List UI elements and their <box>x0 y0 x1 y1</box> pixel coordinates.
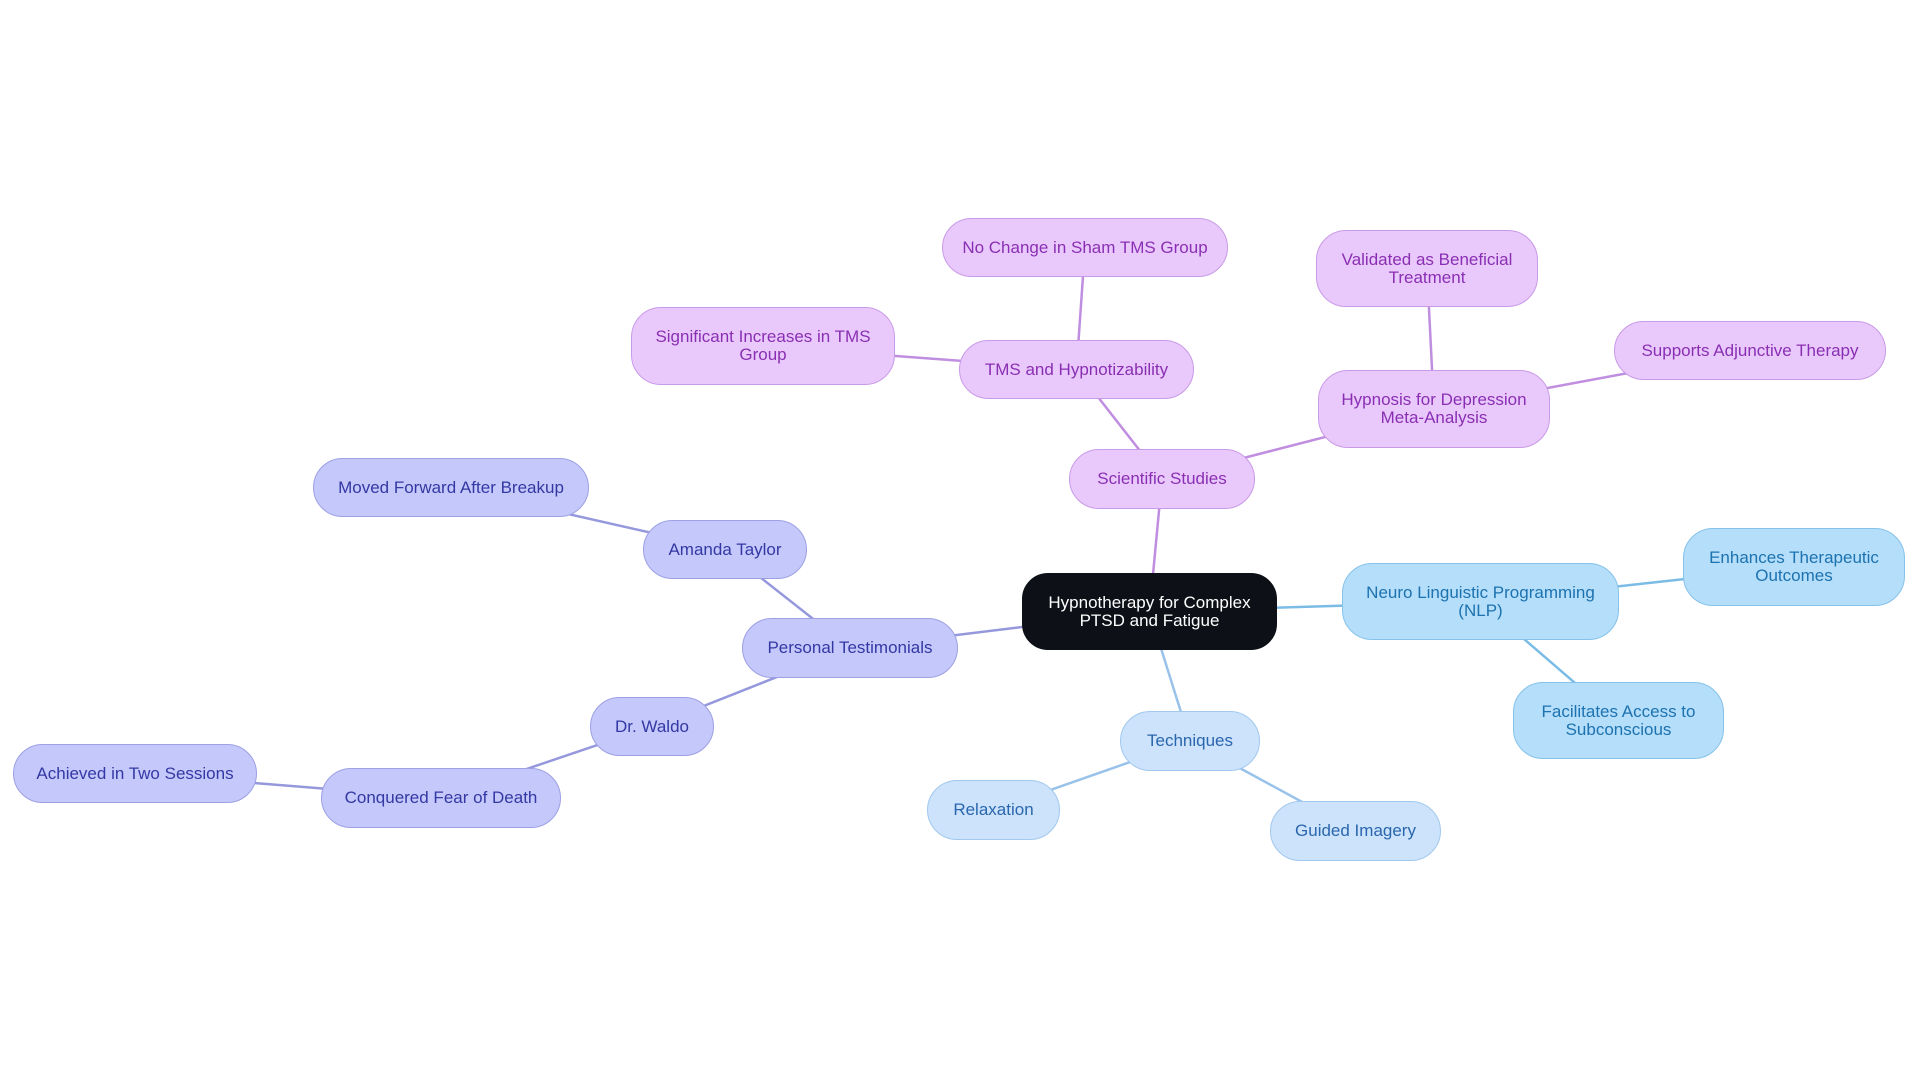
node-personal-testimonials[interactable]: Personal Testimonials <box>742 618 958 678</box>
node-amanda-taylor[interactable]: Amanda Taylor <box>643 520 807 579</box>
node-techniques[interactable]: Techniques <box>1120 711 1260 771</box>
node-label: Hypnotherapy for Complex PTSD and Fatigu… <box>1048 592 1251 630</box>
node-label: Significant Increases in TMS Group <box>655 327 871 364</box>
node-facilitates-access[interactable]: Facilitates Access to Subconscious <box>1513 682 1724 759</box>
node-moved-forward[interactable]: Moved Forward After Breakup <box>313 458 589 517</box>
node-label: Personal Testimonials <box>767 638 933 657</box>
node-significant-increases[interactable]: Significant Increases in TMS Group <box>631 307 895 385</box>
node-achieved-two-sessions[interactable]: Achieved in Two Sessions <box>13 744 257 803</box>
node-label: Scientific Studies <box>1097 469 1227 488</box>
node-supports-adjunctive[interactable]: Supports Adjunctive Therapy <box>1614 321 1886 380</box>
node-label: Neuro Linguistic Programming (NLP) <box>1366 582 1595 620</box>
node-label: Achieved in Two Sessions <box>36 763 234 783</box>
node-conquered-fear[interactable]: Conquered Fear of Death <box>321 768 561 828</box>
node-label: Enhances Therapeutic Outcomes <box>1709 548 1879 585</box>
node-label: Guided Imagery <box>1295 821 1416 840</box>
node-no-change-sham[interactable]: No Change in Sham TMS Group <box>942 218 1228 277</box>
edges-layer <box>134 247 1795 833</box>
node-label: Validated as Beneficial Treatment <box>1341 249 1513 287</box>
node-guided-imagery[interactable]: Guided Imagery <box>1270 801 1441 861</box>
node-label: Hypnosis for Depression Meta-Analysis <box>1341 390 1527 427</box>
node-label: Moved Forward After Breakup <box>338 477 564 497</box>
node-label: No Change in Sham TMS Group <box>962 237 1208 257</box>
node-label: Techniques <box>1146 731 1233 750</box>
node-hypnosis-depression[interactable]: Hypnosis for Depression Meta-Analysis <box>1318 370 1550 448</box>
node-label: Dr. Waldo <box>614 716 689 736</box>
node-label: Amanda Taylor <box>668 539 782 559</box>
root-node[interactable]: Hypnotherapy for Complex PTSD and Fatigu… <box>1022 573 1277 650</box>
node-nlp[interactable]: Neuro Linguistic Programming (NLP) <box>1342 563 1619 640</box>
node-label: Conquered Fear of Death <box>344 788 538 807</box>
node-tms-hypnotizability[interactable]: TMS and Hypnotizability <box>959 340 1194 399</box>
node-label: Supports Adjunctive Therapy <box>1641 340 1859 360</box>
node-dr-waldo[interactable]: Dr. Waldo <box>590 697 714 756</box>
node-scientific-studies[interactable]: Scientific Studies <box>1069 449 1255 509</box>
node-label: Relaxation <box>953 800 1034 819</box>
node-enhances-outcomes[interactable]: Enhances Therapeutic Outcomes <box>1683 528 1905 606</box>
node-label: Facilitates Access to Subconscious <box>1541 701 1696 739</box>
node-validated-beneficial[interactable]: Validated as Beneficial Treatment <box>1316 230 1538 307</box>
node-label: TMS and Hypnotizability <box>984 359 1169 379</box>
node-relaxation[interactable]: Relaxation <box>927 780 1060 840</box>
